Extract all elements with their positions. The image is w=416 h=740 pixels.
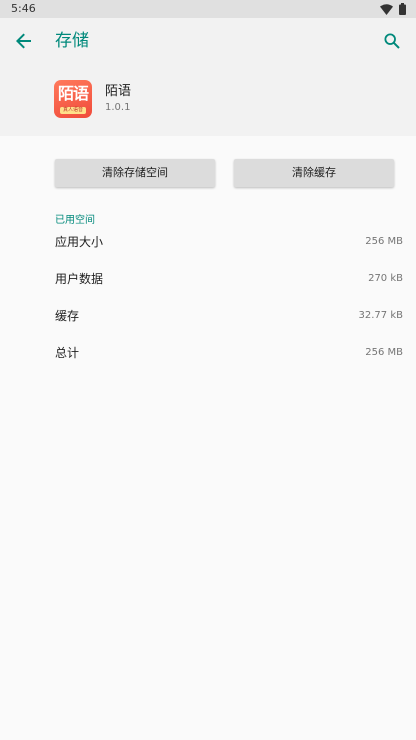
clear-cache-button[interactable]: 清除缓存 xyxy=(234,159,394,187)
app-version: 1.0.1 xyxy=(105,102,131,113)
row-label: 用户数据 xyxy=(55,272,104,286)
storage-row-cache: 缓存 32.77 kB xyxy=(0,298,416,335)
app-header: 陌语 真人语音 陌语 1.0.1 xyxy=(0,64,416,136)
status-time: 5:46 xyxy=(11,2,36,15)
row-label: 总计 xyxy=(55,346,80,360)
app-icon: 陌语 真人语音 xyxy=(54,80,92,118)
row-value: 256 MB xyxy=(365,347,403,358)
search-button[interactable] xyxy=(374,23,410,59)
storage-row-user-data: 用户数据 270 kB xyxy=(0,261,416,298)
app-icon-text: 陌语 xyxy=(57,84,89,103)
row-label: 缓存 xyxy=(55,309,80,323)
app-name: 陌语 xyxy=(105,84,132,99)
row-value: 32.77 kB xyxy=(358,310,403,321)
clear-storage-button[interactable]: 清除存储空间 xyxy=(55,159,215,187)
wifi-icon xyxy=(380,3,393,15)
status-bar: 5:46 xyxy=(0,0,416,18)
row-value: 270 kB xyxy=(368,273,403,284)
back-button[interactable] xyxy=(6,23,42,59)
search-icon xyxy=(384,33,400,49)
row-label: 应用大小 xyxy=(55,235,104,249)
storage-row-app-size: 应用大小 256 MB xyxy=(0,224,416,261)
status-icons xyxy=(380,3,406,15)
storage-row-total: 总计 256 MB xyxy=(0,335,416,372)
arrow-left-icon xyxy=(16,33,31,49)
battery-icon xyxy=(399,3,406,15)
app-icon-subtext: 真人语音 xyxy=(60,107,86,114)
page-title: 存储 xyxy=(55,31,89,51)
row-value: 256 MB xyxy=(365,236,403,247)
toolbar: 存储 xyxy=(0,18,416,64)
